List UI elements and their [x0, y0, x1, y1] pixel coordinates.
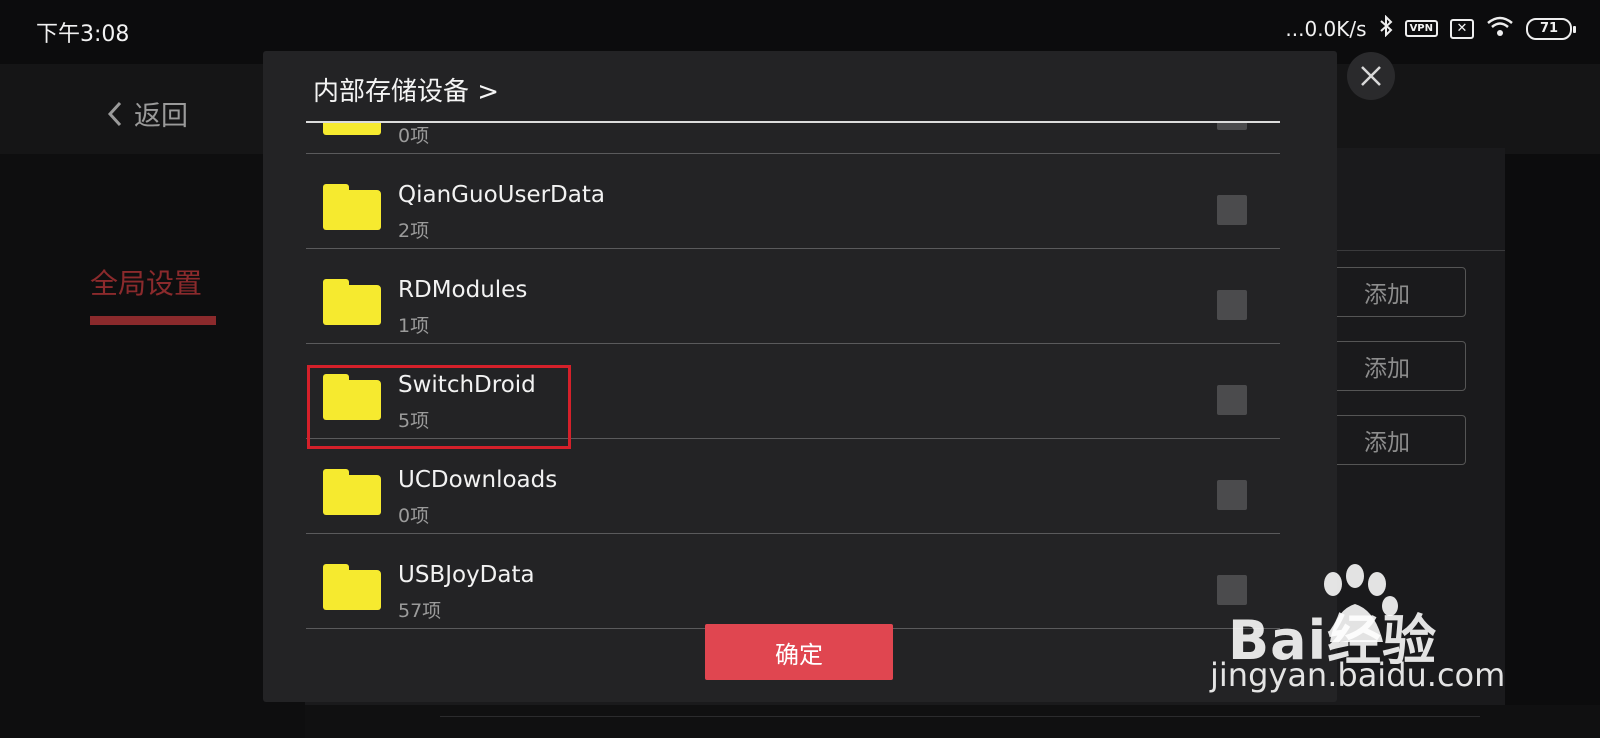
folder-item-count: 2项 — [398, 220, 430, 242]
status-time: 下午3:08 — [36, 22, 130, 47]
vpn-icon: VPN — [1404, 20, 1438, 37]
wifi-icon — [1486, 15, 1514, 42]
screen: 下午3:08 ...0.0K/s VPN ✕ 71 返回 全局设置 添加 添加 … — [0, 0, 1600, 738]
folder-name: QianGuoUserData — [398, 182, 605, 208]
close-button[interactable] — [1347, 52, 1395, 100]
watermark-url: jingyan.baidu.com — [1210, 656, 1506, 694]
folder-item-count: 0项 — [398, 125, 430, 147]
folder-row[interactable]: RDModules 1项 — [306, 249, 1280, 344]
sidebar-active-indicator — [90, 316, 216, 325]
folder-row[interactable]: UCDownloads 0项 — [306, 439, 1280, 534]
folder-icon — [323, 123, 381, 135]
status-icons: ...0.0K/s VPN ✕ 71 — [1285, 14, 1576, 42]
annotation-highlight — [307, 365, 571, 449]
sidebar — [0, 154, 305, 738]
folder-checkbox[interactable] — [1217, 195, 1247, 225]
sidebar-item-global-settings[interactable]: 全局设置 — [90, 262, 202, 302]
folder-item-count: 57项 — [398, 600, 442, 622]
back-button[interactable]: 返回 — [106, 94, 188, 133]
folder-icon — [323, 184, 381, 230]
battery-icon: 71 — [1526, 17, 1576, 40]
folder-item-count: 1项 — [398, 315, 430, 337]
folder-name: UCDownloads — [398, 467, 558, 493]
back-label: 返回 — [134, 101, 188, 132]
folder-name: USBJoyData — [398, 562, 535, 588]
folder-checkbox[interactable] — [1217, 480, 1247, 510]
folder-name: RDModules — [398, 277, 528, 303]
folder-icon — [323, 469, 381, 515]
close-icon — [1361, 66, 1381, 86]
folder-checkbox[interactable] — [1217, 385, 1247, 415]
battery-level: 71 — [1539, 21, 1559, 36]
network-speed: ...0.0K/s — [1285, 16, 1367, 41]
folder-icon — [323, 279, 381, 325]
folder-checkbox[interactable] — [1217, 290, 1247, 320]
confirm-button[interactable]: 确定 — [705, 624, 893, 680]
divider — [440, 716, 1480, 717]
title-divider — [306, 121, 1280, 123]
bluetooth-icon — [1379, 14, 1393, 42]
folder-checkbox[interactable] — [1217, 123, 1247, 130]
folder-row[interactable]: QianGuoUserData 2项 — [306, 154, 1280, 249]
chevron-left-icon — [107, 101, 122, 126]
breadcrumb[interactable]: 内部存储设备 > — [313, 71, 499, 108]
no-sim-icon: ✕ — [1450, 18, 1474, 39]
bottom-bar — [305, 705, 1600, 738]
folder-icon — [323, 564, 381, 610]
folder-row[interactable]: 0项 — [306, 123, 1280, 154]
folder-row[interactable]: USBJoyData 57项 — [306, 534, 1280, 629]
folder-item-count: 0项 — [398, 505, 430, 527]
